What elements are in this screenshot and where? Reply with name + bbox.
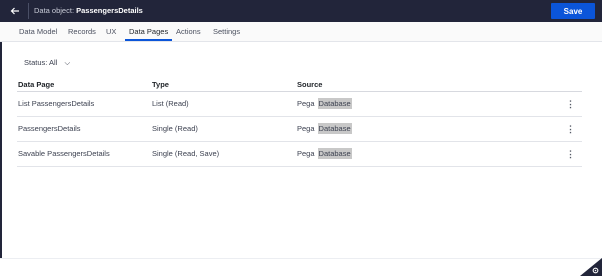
header-divider [28,3,29,19]
table-header: Data Page Type Source [17,80,582,92]
data-page-type: Single (Read) [152,124,198,133]
source-system: Pega [297,124,315,133]
table-row: Savable PassengersDetails Single (Read, … [17,142,582,167]
status-filter-label: Status: [24,58,48,67]
title-prefix: Data object: [34,6,75,15]
data-page-source: Pega Database [297,142,352,166]
data-pages-table: Data Page Type Source List PassengersDet… [17,80,582,167]
corner-widget[interactable] [580,258,602,276]
data-page-name[interactable]: PassengersDetails [18,117,81,141]
data-page-name[interactable]: Savable PassengersDetails [18,142,110,166]
column-header-type: Type [152,80,169,89]
table-row: List PassengersDetails List (Read) Pega D… [17,92,582,117]
column-header-data-page: Data Page [18,80,55,89]
chevron-down-icon: ⌵ [64,58,71,67]
data-page-type: Single (Read, Save) [152,149,220,158]
data-page-source: Pega Database [297,117,352,141]
source-kind: Database [317,98,352,109]
source-kind: Database [317,123,352,134]
source-system: Pega [297,99,315,108]
status-filter-dropdown[interactable]: Status: All ⌵ [24,57,70,69]
row-menu-icon[interactable]: ⋮ [566,117,575,141]
arrow-left-icon [10,7,19,15]
left-edge-bar [0,42,2,258]
back-button[interactable] [2,0,28,22]
source-kind: Database [317,148,352,159]
source-system: Pega [297,149,315,158]
app-header: Data object: PassengersDetails Save [0,0,602,22]
save-button[interactable]: Save [551,3,595,19]
settings-gear-icon [592,267,599,274]
tab-data-pages[interactable]: Data Pages [124,22,173,41]
tab-records[interactable]: Records [68,22,96,41]
bottom-divider [0,258,602,259]
tab-data-model[interactable]: Data Model [19,22,57,41]
tab-actions[interactable]: Actions [176,22,201,41]
tab-ux[interactable]: UX [106,22,116,41]
data-page-source: Pega Database [297,92,352,116]
column-header-source: Source [297,80,323,89]
row-menu-icon[interactable]: ⋮ [566,142,575,166]
tab-settings[interactable]: Settings [213,22,240,41]
data-page-type: List (Read) [152,99,189,108]
table-row: PassengersDetails Single (Read) Pega Data… [17,117,582,142]
tab-bar: Data Model Records UX Data Pages Actions… [0,22,602,42]
page-title: Data object: PassengersDetails [34,0,143,22]
data-page-name[interactable]: List PassengersDetails [18,92,94,116]
row-menu-icon[interactable]: ⋮ [566,92,575,116]
status-filter-value: All [49,58,58,67]
title-object-name: PassengersDetails [76,6,143,15]
